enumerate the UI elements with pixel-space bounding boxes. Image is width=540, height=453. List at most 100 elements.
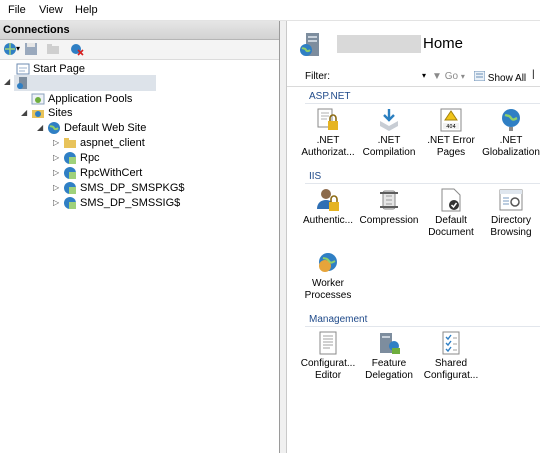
feature-label: Compilation bbox=[362, 147, 416, 158]
web-app-icon bbox=[64, 182, 76, 194]
filter-bar: Filter: ▾ ▼ Go ▾ Show All | bbox=[287, 66, 540, 87]
feature-label: Shared bbox=[434, 358, 468, 369]
feature-net-authorization[interactable]: .NET Authorizat... bbox=[297, 107, 359, 159]
feature-label: Worker bbox=[311, 278, 345, 289]
chevron-down-icon[interactable]: ▾ bbox=[422, 71, 426, 80]
show-all-button[interactable]: Show All bbox=[473, 70, 527, 84]
feature-label: Directory bbox=[490, 215, 531, 226]
globe-icon bbox=[48, 122, 60, 134]
directory-browsing-icon bbox=[499, 189, 523, 211]
application-pools-icon bbox=[31, 93, 45, 105]
net-globalization-icon bbox=[502, 109, 520, 131]
feature-net-compilation[interactable]: .NET Compilation bbox=[358, 107, 420, 159]
filter-input[interactable] bbox=[337, 69, 425, 85]
expand-icon[interactable]: ▷ bbox=[53, 198, 59, 207]
tree-label: Rpc bbox=[80, 152, 100, 164]
net-compilation-icon bbox=[380, 109, 398, 131]
net-error-pages-icon: 404 bbox=[440, 108, 462, 132]
connections-pane: Connections ▾ Start Page ◢ Application P… bbox=[0, 21, 280, 453]
tree-label: Sites bbox=[48, 107, 73, 119]
pane-splitter[interactable] bbox=[280, 21, 287, 453]
section-divider bbox=[305, 103, 540, 104]
tree-item-server[interactable] bbox=[14, 75, 156, 91]
feature-directory-browsing[interactable]: Directory Browsing bbox=[480, 187, 540, 239]
collapse-icon[interactable]: ◢ bbox=[4, 77, 10, 86]
feature-net-globalization[interactable]: .NET Globalization bbox=[480, 107, 540, 159]
connections-header: Connections bbox=[0, 21, 279, 40]
feature-default-document[interactable]: Default Document bbox=[420, 187, 482, 239]
folder-icon bbox=[64, 138, 76, 148]
tree-label: RpcWithCert bbox=[80, 167, 143, 179]
net-authorization-icon bbox=[317, 108, 338, 130]
menu-help[interactable]: Help bbox=[75, 4, 98, 16]
collapse-icon[interactable]: ◢ bbox=[37, 123, 43, 132]
filter-label: Filter: bbox=[305, 71, 330, 82]
web-app-icon bbox=[64, 167, 76, 179]
feature-label: Pages bbox=[436, 147, 466, 158]
feature-net-error-pages[interactable]: 404 .NET Error Pages bbox=[420, 107, 482, 159]
up-folder-icon[interactable] bbox=[46, 42, 60, 56]
feature-authentication[interactable]: Authentic... bbox=[297, 187, 359, 227]
collapse-icon[interactable]: ◢ bbox=[21, 108, 27, 117]
feature-label: Authorizat... bbox=[301, 147, 355, 158]
feature-label: Configurat... bbox=[300, 358, 356, 369]
feature-label: Authentic... bbox=[302, 215, 354, 226]
feature-label: Globalization bbox=[482, 147, 540, 158]
menu-bar: File View Help bbox=[0, 0, 540, 21]
compression-icon bbox=[380, 190, 398, 210]
sites-folder-icon bbox=[32, 110, 44, 118]
tree-label: SMS_DP_SMSPKG$ bbox=[80, 182, 185, 194]
start-page-icon bbox=[16, 63, 30, 75]
save-icon[interactable] bbox=[24, 42, 38, 56]
feature-label: Browsing bbox=[490, 227, 532, 238]
expand-icon[interactable]: ▷ bbox=[53, 138, 59, 147]
menu-file[interactable]: File bbox=[8, 4, 26, 16]
menu-view[interactable]: View bbox=[39, 4, 63, 16]
go-label: Go bbox=[444, 71, 459, 82]
connections-toolbar: ▾ bbox=[0, 40, 279, 60]
tree-label: SMS_DP_SMSSIG$ bbox=[80, 197, 181, 209]
show-all-label: Show All bbox=[487, 73, 527, 84]
feature-label: Document bbox=[428, 227, 474, 238]
feature-label: .NET bbox=[316, 135, 340, 146]
section-label-aspnet: ASP.NET bbox=[309, 91, 351, 102]
section-divider bbox=[305, 326, 540, 327]
expand-icon[interactable]: ▷ bbox=[53, 183, 59, 192]
connections-title: Connections bbox=[3, 24, 70, 36]
web-app-icon bbox=[64, 152, 76, 164]
web-app-icon bbox=[64, 197, 76, 209]
show-all-icon bbox=[473, 70, 486, 82]
tree-label: Default Web Site bbox=[64, 122, 147, 134]
feature-label: .NET bbox=[377, 135, 401, 146]
feature-feature-delegation[interactable]: Feature Delegation bbox=[358, 330, 420, 382]
page-title: Home bbox=[423, 35, 464, 52]
authentication-icon bbox=[317, 189, 339, 211]
feature-compression[interactable]: Compression bbox=[358, 187, 420, 227]
feature-label: Feature bbox=[371, 358, 407, 369]
default-document-icon bbox=[441, 188, 461, 212]
disconnect-icon[interactable] bbox=[70, 42, 84, 56]
expand-icon[interactable]: ▷ bbox=[53, 168, 59, 177]
feature-worker-processes[interactable]: Worker Processes bbox=[297, 250, 359, 302]
connect-globe-icon[interactable] bbox=[3, 42, 17, 56]
feature-shared-configuration[interactable]: Shared Configurat... bbox=[420, 330, 482, 382]
tree-label: Application Pools bbox=[48, 93, 133, 105]
tree-label: Start Page bbox=[33, 63, 85, 75]
feature-label: Configurat... bbox=[423, 370, 479, 381]
chevron-down-icon: ▾ bbox=[460, 72, 465, 81]
go-button[interactable]: ▼ Go ▾ bbox=[432, 71, 465, 82]
feature-label: Compression bbox=[359, 215, 419, 226]
feature-label: .NET Error bbox=[427, 135, 475, 146]
feature-label: Default bbox=[435, 215, 467, 226]
expand-icon[interactable]: ▷ bbox=[53, 153, 59, 162]
server-icon bbox=[17, 77, 27, 89]
feature-label: Processes bbox=[304, 290, 352, 301]
feature-configuration-editor[interactable]: Configurat... Editor bbox=[297, 330, 359, 382]
svg-text:404: 404 bbox=[446, 124, 456, 130]
worker-processes-icon bbox=[319, 253, 337, 272]
redacted-server-name bbox=[337, 35, 421, 53]
overflow-icon[interactable]: | bbox=[532, 69, 535, 80]
tree-label: aspnet_client bbox=[80, 137, 145, 149]
configuration-editor-icon bbox=[319, 331, 337, 355]
funnel-icon: ▼ bbox=[432, 71, 442, 82]
